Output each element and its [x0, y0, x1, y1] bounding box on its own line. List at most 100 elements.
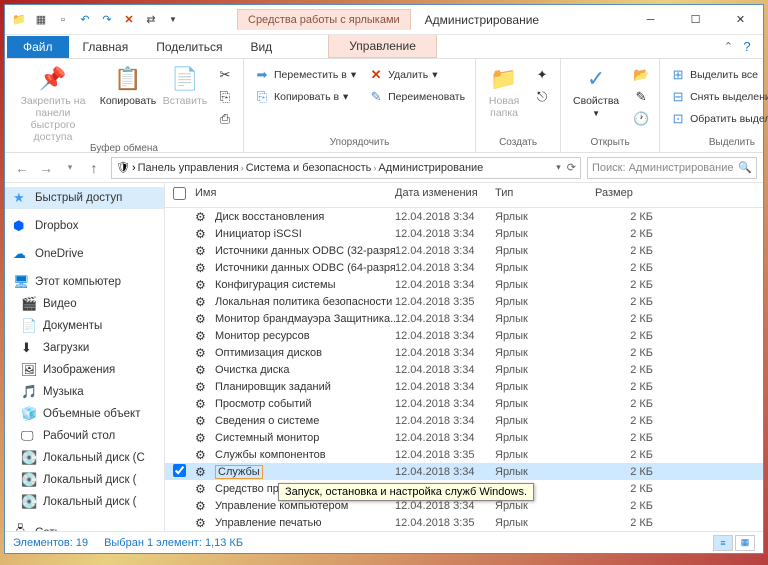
delete-icon[interactable]: ✕	[119, 10, 139, 30]
recent-dropdown[interactable]: ▾	[59, 157, 81, 179]
address-bar[interactable]: 🛡 › Панель управления › Система и безопа…	[111, 157, 581, 179]
col-size[interactable]: Размер	[595, 187, 665, 203]
icons-view-button[interactable]: ▦	[735, 535, 755, 551]
properties-icon[interactable]: ▦	[31, 10, 51, 30]
sidebar-images[interactable]: 🖼Изображения	[5, 359, 164, 381]
address-dropdown-icon[interactable]: ▾	[556, 162, 561, 173]
file-row[interactable]: ⚙Сведения о системе12.04.2018 3:34Ярлык2…	[165, 412, 763, 429]
breadcrumb-2[interactable]: Администрирование	[378, 162, 483, 174]
invert-selection-button[interactable]: ⊡Обратить выделение	[666, 109, 768, 129]
row-checkbox[interactable]	[173, 464, 186, 477]
file-row[interactable]: ⚙Источники данных ODBC (64-разряд...12.0…	[165, 259, 763, 276]
sidebar-desktop[interactable]: 🖵Рабочий стол	[5, 425, 164, 447]
breadcrumb-0[interactable]: Панель управления ›	[138, 162, 244, 174]
easyaccess-icon: ⎋	[534, 89, 550, 105]
file-row[interactable]: ⚙Инициатор iSCSI12.04.2018 3:34Ярлык2 КБ	[165, 225, 763, 242]
file-row[interactable]: ⚙Монитор ресурсов12.04.2018 3:34Ярлык2 К…	[165, 327, 763, 344]
select-all-checkbox[interactable]	[173, 187, 186, 200]
breadcrumb-1[interactable]: Система и безопасность ›	[246, 162, 377, 174]
minimize-button[interactable]: ─	[628, 6, 673, 34]
sidebar-this-pc[interactable]: 🖥Этот компьютер	[5, 271, 164, 293]
properties-icon-lg: ✓	[587, 65, 605, 93]
copy-path-button[interactable]: ⎘	[213, 87, 237, 107]
search-box[interactable]: Поиск: Администрирование 🔍	[587, 157, 757, 179]
sidebar-3d-objects[interactable]: 🧊Объемные объект	[5, 403, 164, 425]
file-type: Ярлык	[495, 228, 595, 240]
maximize-button[interactable]: ☐	[673, 6, 718, 34]
file-row[interactable]: ⚙Службы компонентов12.04.2018 3:35Ярлык2…	[165, 446, 763, 463]
copy-button[interactable]: 📋Копировать	[99, 65, 157, 107]
new-item-button[interactable]: ✦	[530, 65, 554, 85]
sidebar-drive-c3[interactable]: 💽Локальный диск (	[5, 491, 164, 513]
properties-button[interactable]: ✓Свойства▼	[567, 65, 625, 118]
col-type[interactable]: Тип	[495, 187, 595, 203]
easy-access-button[interactable]: ⎋	[530, 87, 554, 107]
tab-view[interactable]: Вид	[236, 36, 286, 58]
details-view-button[interactable]: ≡	[713, 535, 733, 551]
new-folder-button[interactable]: 📁Новая папка	[482, 65, 526, 119]
cut-button[interactable]: ✂	[213, 65, 237, 85]
ribbon-collapse-icon[interactable]: ⌃	[718, 40, 739, 53]
file-row[interactable]: ⚙Диск восстановления12.04.2018 3:34Ярлык…	[165, 208, 763, 225]
open-button[interactable]: 📂	[629, 65, 653, 85]
sidebar-drive-c1[interactable]: 💽Локальный диск (C	[5, 447, 164, 469]
file-row[interactable]: ⚙Источники данных ODBC (32-разряд...12.0…	[165, 242, 763, 259]
sidebar-downloads[interactable]: ⬇Загрузки	[5, 337, 164, 359]
file-row[interactable]: ⚙Монитор брандмауэра Защитника...12.04.2…	[165, 310, 763, 327]
edit-button[interactable]: ✎	[629, 87, 653, 107]
sidebar-documents[interactable]: 📄Документы	[5, 315, 164, 337]
file-row[interactable]: ⚙Конфигурация системы12.04.2018 3:34Ярлы…	[165, 276, 763, 293]
sidebar-onedrive[interactable]: ☁OneDrive	[5, 243, 164, 265]
col-date[interactable]: Дата изменения	[395, 187, 495, 203]
file-row[interactable]: ⚙Управление печатью12.04.2018 3:35Ярлык2…	[165, 514, 763, 531]
file-row[interactable]: ⚙Локальная политика безопасности12.04.20…	[165, 293, 763, 310]
select-none-button[interactable]: ⊟Снять выделение	[666, 87, 768, 107]
file-name: Управление печатью	[215, 517, 322, 529]
move-to-button[interactable]: ➡Переместить в ▾	[250, 65, 360, 85]
navigation-pane: ★Быстрый доступ ⬢Dropbox ☁OneDrive 🖥Этот…	[5, 183, 165, 531]
link-icon: ⎙	[217, 111, 233, 127]
file-row[interactable]: ⚙Системный монитор12.04.2018 3:34Ярлык2 …	[165, 429, 763, 446]
paste-shortcut-button[interactable]: ⎙	[213, 109, 237, 129]
up-button[interactable]: ↑	[83, 157, 105, 179]
sidebar-dropbox[interactable]: ⬢Dropbox	[5, 215, 164, 237]
qat-customize-icon[interactable]: ▼	[163, 10, 183, 30]
sidebar-network[interactable]: 🖧Сеть	[5, 519, 164, 531]
rename-icon[interactable]: ⇄	[141, 10, 161, 30]
tab-file[interactable]: Файл	[7, 36, 69, 58]
select-all-button[interactable]: ⊞Выделить все	[666, 65, 768, 85]
undo-icon[interactable]: ↶	[75, 10, 95, 30]
rename-button[interactable]: ✎Переименовать	[364, 87, 469, 107]
help-button[interactable]: ?	[739, 39, 763, 54]
close-button[interactable]: ✕	[718, 6, 763, 34]
tab-share[interactable]: Поделиться	[142, 36, 236, 58]
column-headers: Имя Дата изменения Тип Размер	[165, 183, 763, 208]
file-row[interactable]: ⚙Планировщик заданий12.04.2018 3:34Ярлык…	[165, 378, 763, 395]
refresh-icon[interactable]: ⟳	[567, 161, 576, 174]
file-row[interactable]: ⚙Очистка диска12.04.2018 3:34Ярлык2 КБ	[165, 361, 763, 378]
file-row[interactable]: ⚙Службы12.04.2018 3:34Ярлык2 КБ	[165, 463, 763, 480]
redo-icon[interactable]: ↷	[97, 10, 117, 30]
tab-manage[interactable]: Управление	[328, 35, 437, 58]
music-icon: 🎵	[21, 384, 37, 400]
tab-home[interactable]: Главная	[69, 36, 143, 58]
sidebar-video[interactable]: 🎬Видео	[5, 293, 164, 315]
file-name: Конфигурация системы	[215, 279, 336, 291]
copy-to-button[interactable]: ⎘Копировать в ▾	[250, 87, 360, 107]
window-controls: ─ ☐ ✕	[628, 6, 763, 34]
back-button[interactable]: ←	[11, 157, 33, 179]
col-name[interactable]: Имя	[195, 187, 395, 203]
new-folder-icon[interactable]: ▫	[53, 10, 73, 30]
file-row[interactable]: ⚙Оптимизация дисков12.04.2018 3:34Ярлык2…	[165, 344, 763, 361]
pin-button[interactable]: 📌Закрепить на панели быстрого доступа	[11, 65, 95, 143]
file-type: Ярлык	[495, 296, 595, 308]
paste-button[interactable]: 📄Вставить	[161, 65, 209, 107]
sidebar-drive-c2[interactable]: 💽Локальный диск (	[5, 469, 164, 491]
sidebar-quick-access[interactable]: ★Быстрый доступ	[5, 187, 164, 209]
history-button[interactable]: 🕐	[629, 109, 653, 129]
forward-button[interactable]: →	[35, 157, 57, 179]
file-row[interactable]: ⚙Просмотр событий12.04.2018 3:34Ярлык2 К…	[165, 395, 763, 412]
sidebar-music[interactable]: 🎵Музыка	[5, 381, 164, 403]
folder-icon[interactable]: 📁	[9, 10, 29, 30]
delete-button-ribbon[interactable]: ✕Удалить ▾	[364, 65, 469, 85]
